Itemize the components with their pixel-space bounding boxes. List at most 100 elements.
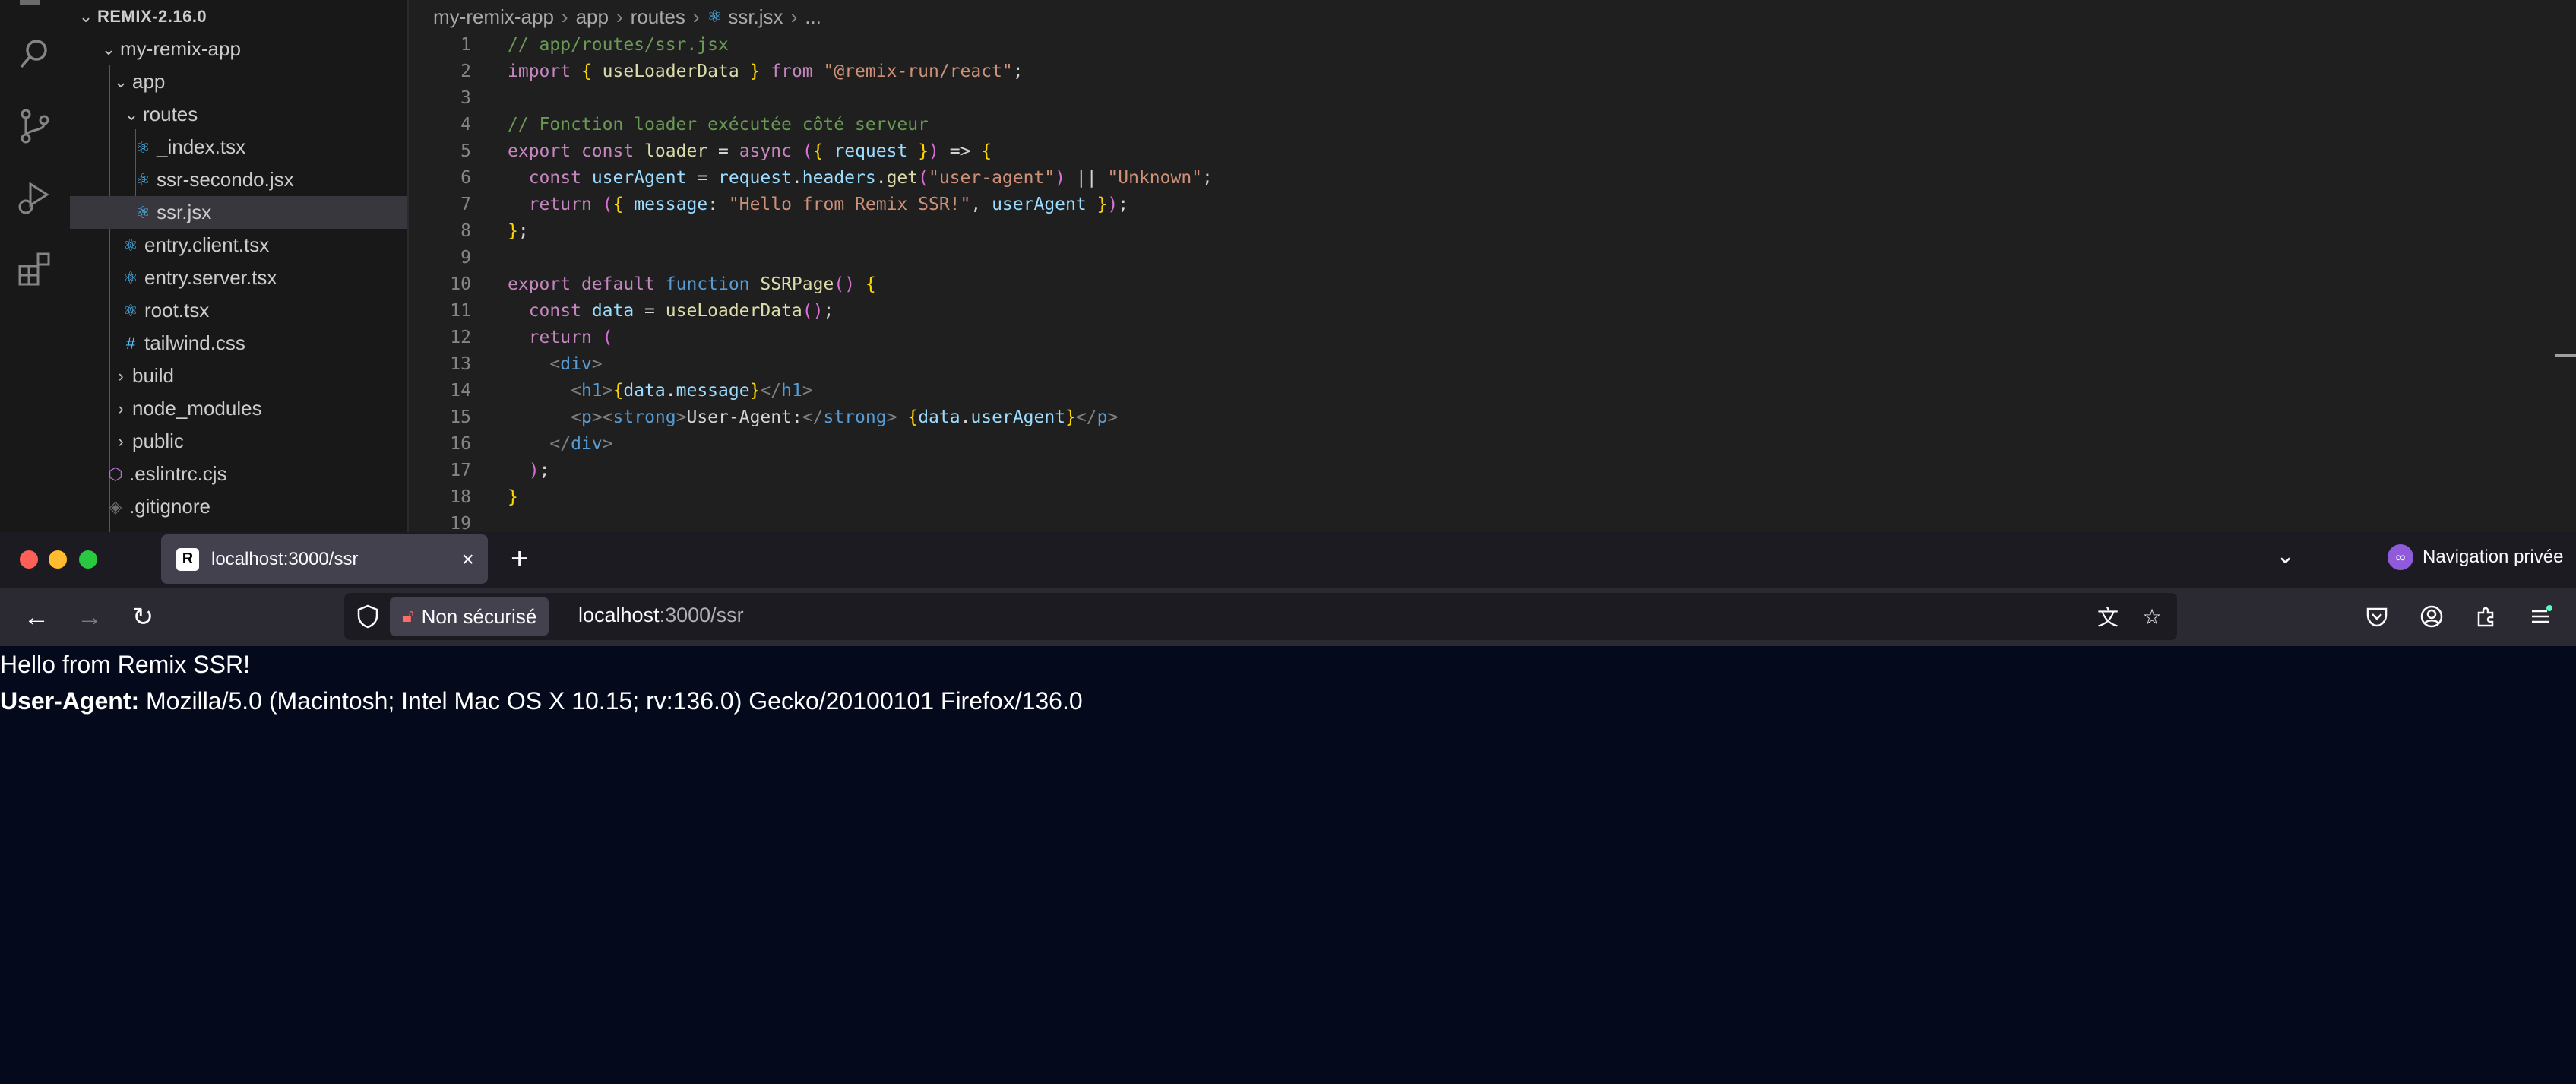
shield-icon[interactable] — [355, 604, 381, 629]
run-debug-icon[interactable] — [15, 178, 55, 217]
code-line: 13 <div> — [450, 354, 603, 374]
breadcrumb: my-remix-app › app › routes › ⚛ ssr.jsx … — [433, 0, 821, 33]
chevron-right-icon: › — [118, 398, 124, 418]
bookmark-star-icon[interactable]: ☆ — [2136, 601, 2168, 632]
explorer-active-indicator — [20, 0, 40, 5]
code-line: 3 — [460, 88, 471, 108]
chevron-right-icon: › — [692, 5, 700, 28]
chevron-right-icon: › — [561, 5, 568, 28]
code-line: 15 <p><strong>User-Agent:</strong> {data… — [450, 407, 1119, 427]
reload-button[interactable]: ↻ — [125, 599, 161, 636]
zoom-window-button[interactable] — [79, 550, 97, 569]
breadcrumb-item[interactable]: ... — [805, 5, 821, 29]
translate-icon[interactable]: 文 — [2092, 601, 2124, 632]
chevron-right-icon: › — [118, 366, 124, 385]
back-button[interactable]: ← — [18, 599, 55, 636]
page-content: Hello from Remix SSR! User-Agent: Mozill… — [0, 646, 2576, 1084]
tree-file-entry-client[interactable]: ⚛ entry.client.tsx — [70, 229, 407, 261]
chevron-down-icon: ⌄ — [124, 104, 139, 124]
close-tab-icon[interactable]: × — [462, 547, 474, 572]
browser-tab[interactable]: R localhost:3000/ssr × — [161, 534, 488, 584]
tree-folder-node-modules[interactable]: › node_modules — [70, 392, 407, 425]
code-line: 19 — [450, 514, 471, 532]
tree-file-entry-server[interactable]: ⚛ entry.server.tsx — [70, 261, 407, 294]
app-menu-icon[interactable] — [2523, 599, 2558, 634]
browser-tab-strip: R localhost:3000/ssr × + ⌄ ∞ Navigation … — [0, 532, 2576, 588]
react-icon: ⚛ — [135, 170, 150, 189]
react-icon: ⚛ — [135, 202, 150, 222]
tree-file-ssr-secondo[interactable]: ⚛ ssr-secondo.jsx — [70, 163, 407, 196]
breadcrumb-item[interactable]: ssr.jsx — [728, 5, 783, 29]
chevron-right-icon: › — [616, 5, 623, 28]
url-bar[interactable]: 🔓︎ Non sécurisé localhost:3000/ssr 文 ☆ — [344, 593, 2177, 640]
explorer-root-header[interactable]: ⌄ REMIX-2.16.0 — [70, 0, 407, 33]
tree-folder-my-remix-app[interactable]: ⌄ my-remix-app — [70, 33, 407, 65]
tree-file-eslintrc[interactable]: ⬡ .eslintrc.cjs — [70, 458, 407, 490]
code-line: 1// app/routes/ssr.jsx — [460, 35, 729, 55]
chevron-down-icon[interactable]: ⌄ — [2276, 543, 2295, 569]
code-line: 8}; — [460, 221, 529, 241]
code-line: 10 export default function SSRPage() { — [450, 274, 876, 294]
chevron-down-icon: ⌄ — [101, 39, 116, 59]
chevron-right-icon: › — [790, 5, 798, 28]
tree-folder-app[interactable]: ⌄ app — [70, 65, 407, 98]
code-line: 11 const data = useLoaderData(); — [450, 301, 834, 321]
source-control-icon[interactable] — [15, 106, 55, 146]
eslint-icon: ⬡ — [108, 464, 123, 483]
react-icon: ⚛ — [123, 300, 138, 320]
hash-icon: # — [125, 333, 136, 353]
user-agent-label: User-Agent: — [0, 687, 140, 715]
code-line: 17 ); — [450, 461, 550, 480]
tree-folder-public[interactable]: › public — [70, 425, 407, 458]
private-browsing-indicator: ∞ Navigation privée — [2388, 544, 2563, 570]
user-agent-value: Mozilla/5.0 (Macintosh; Intel Mac OS X 1… — [139, 687, 1083, 715]
tree-folder-build[interactable]: › build — [70, 360, 407, 392]
new-tab-button[interactable]: + — [511, 540, 528, 578]
url-text[interactable]: localhost:3000/ssr — [578, 604, 744, 627]
chevron-right-icon: › — [118, 431, 124, 451]
tree-file-index[interactable]: ⚛ _index.tsx — [70, 131, 407, 163]
close-window-button[interactable] — [20, 550, 38, 569]
react-icon: ⚛ — [123, 235, 138, 255]
breadcrumb-item[interactable]: my-remix-app — [433, 5, 554, 29]
chevron-down-icon: ⌄ — [78, 6, 93, 26]
pocket-icon[interactable] — [2359, 599, 2394, 634]
tree-file-ssr[interactable]: ⚛ ssr.jsx — [70, 196, 407, 229]
page-heading: Hello from Remix SSR! — [0, 651, 250, 678]
user-agent-line: User-Agent: Mozilla/5.0 (Macintosh; Inte… — [0, 683, 1083, 719]
breadcrumb-item[interactable]: app — [576, 5, 609, 29]
code-line: 4// Fonction loader exécutée côté serveu… — [460, 115, 929, 135]
minimize-window-button[interactable] — [49, 550, 67, 569]
react-icon: ⚛ — [123, 268, 138, 287]
activity-bar — [0, 0, 70, 532]
git-icon: ◈ — [109, 496, 122, 516]
tab-title: localhost:3000/ssr — [211, 548, 359, 569]
react-icon: ⚛ — [135, 137, 150, 157]
private-mask-icon: ∞ — [2388, 544, 2413, 570]
react-icon: ⚛ — [707, 7, 723, 26]
tree-folder-routes[interactable]: ⌄ routes — [70, 98, 407, 131]
chevron-down-icon: ⌄ — [113, 71, 128, 91]
file-explorer: ⌄ REMIX-2.16.0 ⌄ my-remix-app ⌄ app ⌄ ro… — [70, 0, 409, 532]
tree-file-tailwind[interactable]: # tailwind.css — [70, 327, 407, 360]
code-line: 12 return ( — [450, 328, 613, 347]
account-icon[interactable] — [2414, 599, 2449, 634]
remix-favicon-icon: R — [176, 547, 199, 571]
extensions-icon[interactable] — [15, 249, 55, 289]
code-line: 18} — [450, 487, 518, 507]
search-icon[interactable] — [15, 33, 55, 73]
browser-toolbar: ← → ↻ 🔓︎ Non sécurisé localhost:3000/ssr… — [0, 588, 2576, 646]
tree-file-gitignore[interactable]: ◈ .gitignore — [70, 490, 407, 523]
breadcrumb-item[interactable]: routes — [631, 5, 685, 29]
code-line: 9 — [460, 248, 471, 268]
code-line: 14 <h1>{data.message}</h1> — [450, 381, 813, 401]
extensions-puzzle-icon[interactable] — [2469, 599, 2504, 634]
code-line: 2 import { useLoaderData } from "@remix-r… — [460, 62, 1024, 81]
code-line: 16 </div> — [450, 434, 613, 454]
minimap-indicator — [2555, 354, 2576, 357]
insecure-connection-badge[interactable]: 🔓︎ Non sécurisé — [390, 597, 549, 636]
tree-file-root[interactable]: ⚛ root.tsx — [70, 294, 407, 327]
forward-button[interactable]: → — [71, 599, 108, 636]
code-line: 6 const userAgent = request.headers.get(… — [460, 168, 1213, 188]
code-line: 7 return ({ message: "Hello from Remix S… — [460, 195, 1129, 214]
